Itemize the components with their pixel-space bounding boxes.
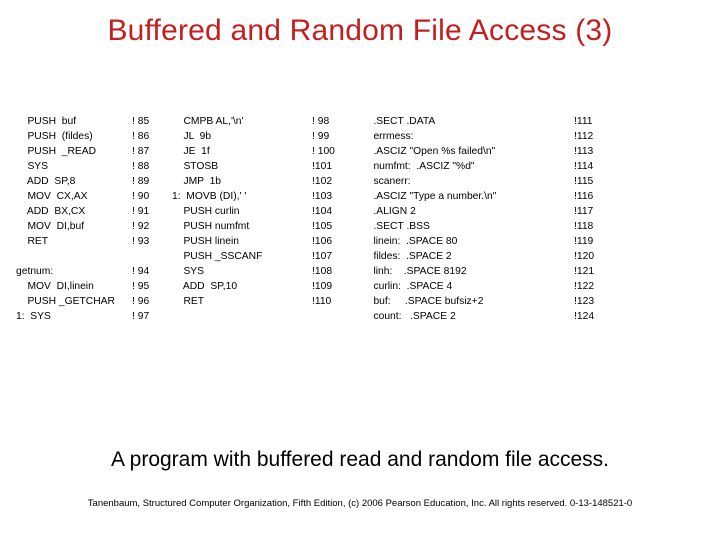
attribution: Tanenbaum, Structured Computer Organizat… — [0, 498, 720, 509]
code-col-3-lines: !111 !112 !113 !114 !115 !116 !117 !118 … — [574, 114, 618, 334]
code-col-3-asm: .SECT .DATA errmess: .ASCIZ "Open %s fai… — [362, 114, 574, 334]
code-listing: PUSH buf PUSH (fildes) PUSH _READ SYS AD… — [16, 114, 704, 334]
caption: A program with buffered read and random … — [0, 448, 720, 472]
code-col-2-lines: ! 98 ! 99 ! 100 !101 !102 !103 !104 !105… — [312, 114, 362, 334]
code-col-2-asm: CMPB AL,'\n' JL 9b JE 1f STOSB JMP 1b 1:… — [172, 114, 312, 334]
code-col-1-asm: PUSH buf PUSH (fildes) PUSH _READ SYS AD… — [16, 114, 132, 334]
code-col-1-lines: ! 85 ! 86 ! 87 ! 88 ! 89 ! 90 ! 91 ! 92 … — [132, 114, 172, 334]
slide-title: Buffered and Random File Access (3) — [0, 14, 720, 48]
slide: Buffered and Random File Access (3) PUSH… — [0, 0, 720, 540]
